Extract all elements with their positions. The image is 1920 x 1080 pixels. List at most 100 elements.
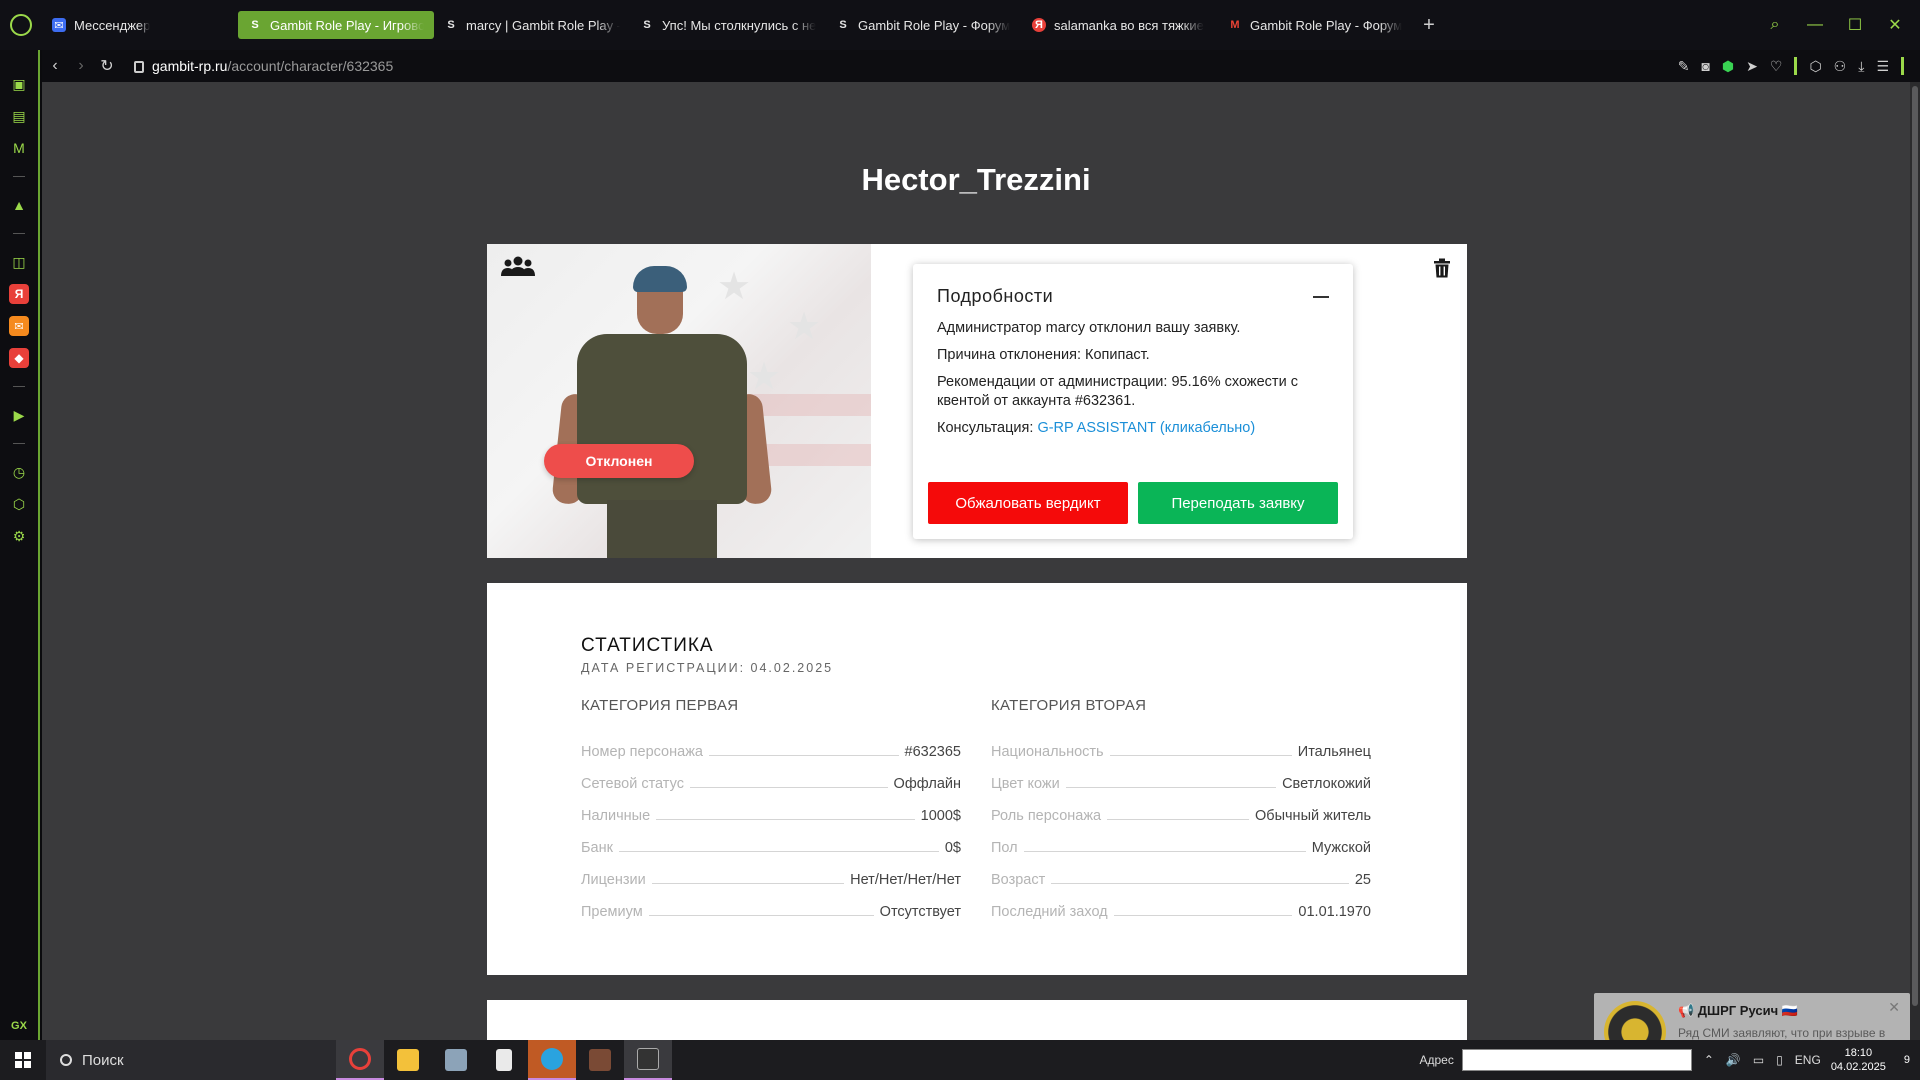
taskbar-game[interactable] xyxy=(576,1040,624,1080)
news-icon[interactable]: ▤ xyxy=(9,106,29,126)
page-content: Hector_Trezzini ★ ★ ★ ★ ★ Отклонен xyxy=(42,82,1910,1040)
system-tray: ⌃ 🔊 ▭ ▯ ENG xyxy=(1704,1053,1821,1067)
taskbar-app[interactable] xyxy=(432,1040,480,1080)
details-line: Рекомендации от администрации: 95.16% сх… xyxy=(937,374,1298,409)
tab-gmail-forum[interactable]: M Gambit Role Play - Форум xyxy=(1218,11,1414,39)
minimize-icon[interactable]: — xyxy=(1806,16,1824,34)
maximize-icon[interactable]: ☐ xyxy=(1846,15,1864,35)
stat-row: Цвет кожи Светлокожий xyxy=(991,776,1371,792)
url-field[interactable]: gambit-rp.ru/account/character/632365 xyxy=(134,58,393,74)
tab-marcy-forum[interactable]: S marcy | Gambit Role Play - Ф xyxy=(434,11,630,39)
trash-icon[interactable] xyxy=(1433,258,1451,283)
taskbar-clock[interactable]: 18:10 04.02.2025 xyxy=(1831,1046,1886,1074)
stat-row: Премиум Отсутствует xyxy=(581,904,961,920)
stat-row: Пол Мужской xyxy=(991,840,1371,856)
taskbar-notepad[interactable] xyxy=(480,1040,528,1080)
address-toolbar-label: Адрес xyxy=(1419,1053,1454,1067)
network-icon[interactable]: ▭ xyxy=(1753,1053,1764,1067)
gmail-icon: M xyxy=(1230,19,1240,31)
address-bar: ‹ › ↻ gambit-rp.ru/account/character/632… xyxy=(42,50,1920,82)
toolbar-icons: ✎ ◙ ⬢ ➤ ♡ ⬡ ⚇ ⤓ ☰ xyxy=(1678,57,1920,75)
appeal-button[interactable]: Обжаловать вердикт xyxy=(928,482,1128,524)
details-panel: Подробности Администратор marcy отклонил… xyxy=(913,264,1353,539)
browser-tab-bar: ✉ Мессенджер S Gambit Role Play - Игрово… xyxy=(0,0,1920,50)
aria-icon[interactable]: ▲ xyxy=(9,195,29,215)
assistant-link[interactable]: G-RP ASSISTANT (кликабельно) xyxy=(1037,420,1255,436)
page-title: Hector_Trezzini xyxy=(861,162,1091,197)
taskbar-opera-gx[interactable] xyxy=(336,1040,384,1080)
shield-icon[interactable]: ⬢ xyxy=(1722,58,1734,75)
next-card xyxy=(487,1000,1467,1040)
stat-row: Национальность Итальянец xyxy=(991,744,1371,760)
volume-icon[interactable]: 🔊 xyxy=(1726,1053,1741,1067)
user-icon[interactable]: ⚇ xyxy=(1834,58,1847,75)
stat-row: Наличные 1000$ xyxy=(581,808,961,824)
window-controls: ⌕ — ☐ ✕ xyxy=(1766,15,1920,35)
start-button[interactable] xyxy=(0,1040,46,1080)
character-avatar xyxy=(527,264,807,558)
resubmit-button[interactable]: Переподать заявку xyxy=(1138,482,1338,524)
terminal-icon xyxy=(637,1048,659,1070)
taskbar-terminal[interactable] xyxy=(624,1040,672,1080)
download-icon[interactable]: ⤓ xyxy=(1858,58,1864,75)
gambit-logo-icon: S xyxy=(643,19,651,31)
collapse-icon[interactable] xyxy=(1313,296,1329,298)
taskbar-explorer[interactable] xyxy=(384,1040,432,1080)
details-title: Подробности xyxy=(937,286,1054,306)
opera-icon xyxy=(349,1048,371,1070)
close-icon[interactable]: ✕ xyxy=(1886,15,1904,35)
forward-icon[interactable]: › xyxy=(68,57,94,75)
battery-icon[interactable]: ▯ xyxy=(1776,1053,1783,1067)
extensions-icon[interactable]: ⬡ xyxy=(9,494,29,514)
gambit-logo-icon: S xyxy=(839,19,847,31)
reload-icon[interactable]: ↻ xyxy=(94,56,120,76)
tab-oops-error[interactable]: S Упс! Мы столкнулись с не xyxy=(630,11,826,39)
player-icon[interactable]: ▶ xyxy=(9,405,29,425)
yandex-sidebar-icon[interactable]: Я xyxy=(9,284,29,304)
address-toolbar-input[interactable] xyxy=(1461,1049,1692,1071)
taskbar-search[interactable]: Поиск xyxy=(46,1040,336,1080)
app-icon[interactable]: ◆ xyxy=(9,348,29,368)
history-icon[interactable]: ◷ xyxy=(9,462,29,482)
gambit-logo-icon: S xyxy=(251,19,259,31)
new-tab-button[interactable]: + xyxy=(1414,14,1444,37)
telegram-icon xyxy=(541,1048,563,1070)
edit-icon[interactable]: ✎ xyxy=(1678,58,1690,75)
search-tabs-icon[interactable]: ⌕ xyxy=(1766,16,1784,34)
tab-messenger[interactable]: ✉ Мессенджер xyxy=(42,11,238,39)
heart-icon[interactable]: ♡ xyxy=(1770,58,1783,75)
notification-title: 📢 ДШРГ Русич 🇷🇺 xyxy=(1678,1003,1798,1018)
registration-date: ДАТА РЕГИСТРАЦИИ: 04.02.2025 xyxy=(581,661,834,675)
settings-icon[interactable]: ⚙ xyxy=(9,526,29,546)
messenger-icon: ✉ xyxy=(52,18,66,32)
mail-icon[interactable]: ✉ xyxy=(9,316,29,336)
tab-gambit-forum[interactable]: S Gambit Role Play - Форум xyxy=(826,11,1022,39)
gaming-icon[interactable]: ▣ xyxy=(9,74,29,94)
tab-yandex-search[interactable]: Я salamanka во вся тяжкие xyxy=(1022,11,1218,39)
stat-row: Роль персонажа Обычный житель xyxy=(991,808,1371,824)
twitch-icon[interactable]: ◫ xyxy=(9,252,29,272)
windows-logo-icon xyxy=(15,1052,31,1068)
send-icon[interactable]: ➤ xyxy=(1746,58,1758,75)
cube-icon[interactable]: ⬡ xyxy=(1809,58,1821,75)
details-line: Администратор marcy отклонил вашу заявку… xyxy=(937,320,1241,336)
app-icon xyxy=(445,1049,467,1071)
action-center-badge[interactable]: 9 xyxy=(1904,1054,1910,1066)
page-scrollbar[interactable] xyxy=(1910,82,1920,1040)
back-icon[interactable]: ‹ xyxy=(42,57,68,75)
language-indicator[interactable]: ENG xyxy=(1795,1053,1821,1067)
close-icon[interactable]: ✕ xyxy=(1888,999,1900,1016)
gambit-logo-icon: S xyxy=(447,19,455,31)
opera-gx-logo-icon[interactable] xyxy=(0,0,42,50)
yandex-icon: Я xyxy=(1032,18,1046,32)
windows-taskbar: Поиск Адрес ⌃ 🔊 ▭ ▯ ENG 18:10 04.02.2025… xyxy=(0,1040,1920,1080)
gx-control-icon[interactable]: GX xyxy=(11,1020,27,1032)
taskbar-telegram[interactable] xyxy=(528,1040,576,1080)
character-image: ★ ★ ★ ★ ★ Отклонен xyxy=(487,244,871,558)
tab-gambit-game[interactable]: S Gambit Role Play - Игровой xyxy=(238,11,434,39)
menu-icon[interactable]: ☰ xyxy=(1876,58,1889,75)
camera-icon[interactable]: ◙ xyxy=(1701,58,1709,74)
sidebar-toggle[interactable] xyxy=(1901,57,1904,75)
mega-icon[interactable]: M xyxy=(9,138,29,158)
chevron-up-icon[interactable]: ⌃ xyxy=(1704,1053,1714,1067)
